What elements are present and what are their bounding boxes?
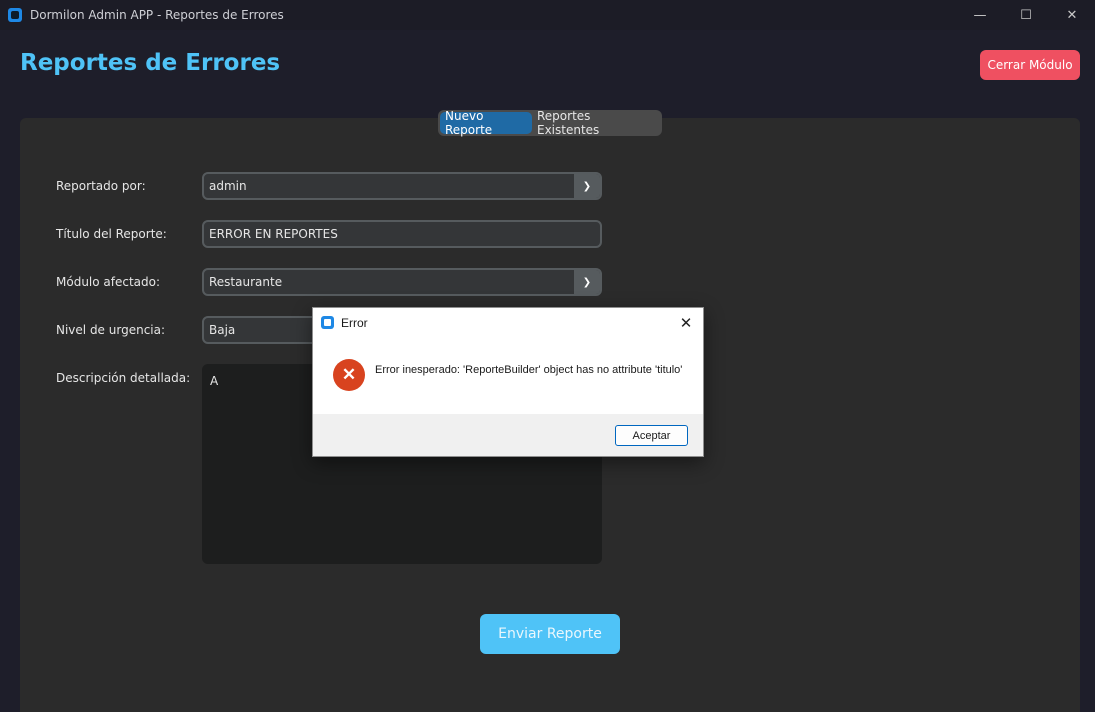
close-window-icon[interactable]: ✕ — [1049, 0, 1095, 30]
tab-bar: Nuevo Reporte Reportes Existentes — [438, 109, 662, 137]
urgency-label: Nivel de urgencia: — [56, 323, 166, 337]
maximize-icon[interactable]: ☐ — [1003, 0, 1049, 30]
dialog-message: Error inesperado: 'ReporteBuilder' objec… — [375, 364, 683, 376]
submit-report-button[interactable]: Enviar Reporte — [480, 614, 620, 654]
description-label: Descripción detallada: — [56, 371, 191, 385]
tab-nuevo-reporte[interactable]: Nuevo Reporte — [440, 109, 532, 137]
close-icon[interactable]: ✕ — [675, 312, 697, 334]
window-title: Dormilon Admin APP - Reportes de Errores — [30, 8, 284, 22]
reported-by-value: admin — [209, 179, 247, 193]
report-title-input[interactable]: ERROR EN REPORTES — [202, 220, 602, 248]
reported-by-combobox[interactable]: admin ❯ — [202, 172, 602, 200]
app-icon — [8, 8, 22, 22]
description-value: A — [210, 374, 219, 388]
module-combobox[interactable]: Restaurante ❯ — [202, 268, 602, 296]
window-titlebar: Dormilon Admin APP - Reportes de Errores… — [0, 0, 1095, 30]
app-icon — [321, 316, 334, 329]
accept-button[interactable]: Aceptar — [615, 425, 688, 446]
dialog-title: Error — [341, 315, 368, 330]
module-label: Módulo afectado: — [56, 275, 161, 289]
urgency-value: Baja — [209, 323, 236, 337]
report-title-label: Título del Reporte: — [56, 227, 167, 241]
close-module-button[interactable]: Cerrar Módulo — [980, 50, 1080, 80]
dialog-footer: Aceptar — [313, 414, 703, 456]
chevron-down-icon[interactable]: ❯ — [574, 174, 600, 198]
error-dialog: Error ✕ ✕ Error inesperado: 'ReporteBuil… — [312, 307, 704, 457]
module-value: Restaurante — [209, 275, 283, 289]
report-title-value: ERROR EN REPORTES — [209, 227, 338, 241]
window-controls: — ☐ ✕ — [957, 0, 1095, 30]
minimize-icon[interactable]: — — [957, 0, 1003, 30]
reported-by-label: Reportado por: — [56, 179, 146, 193]
dialog-body: ✕ Error inesperado: 'ReporteBuilder' obj… — [313, 337, 703, 415]
tab-reportes-existentes[interactable]: Reportes Existentes — [532, 109, 658, 137]
page-title: Reportes de Errores — [20, 50, 281, 76]
dialog-titlebar: Error ✕ — [313, 308, 703, 337]
error-icon: ✕ — [333, 359, 365, 391]
chevron-down-icon[interactable]: ❯ — [574, 270, 600, 294]
